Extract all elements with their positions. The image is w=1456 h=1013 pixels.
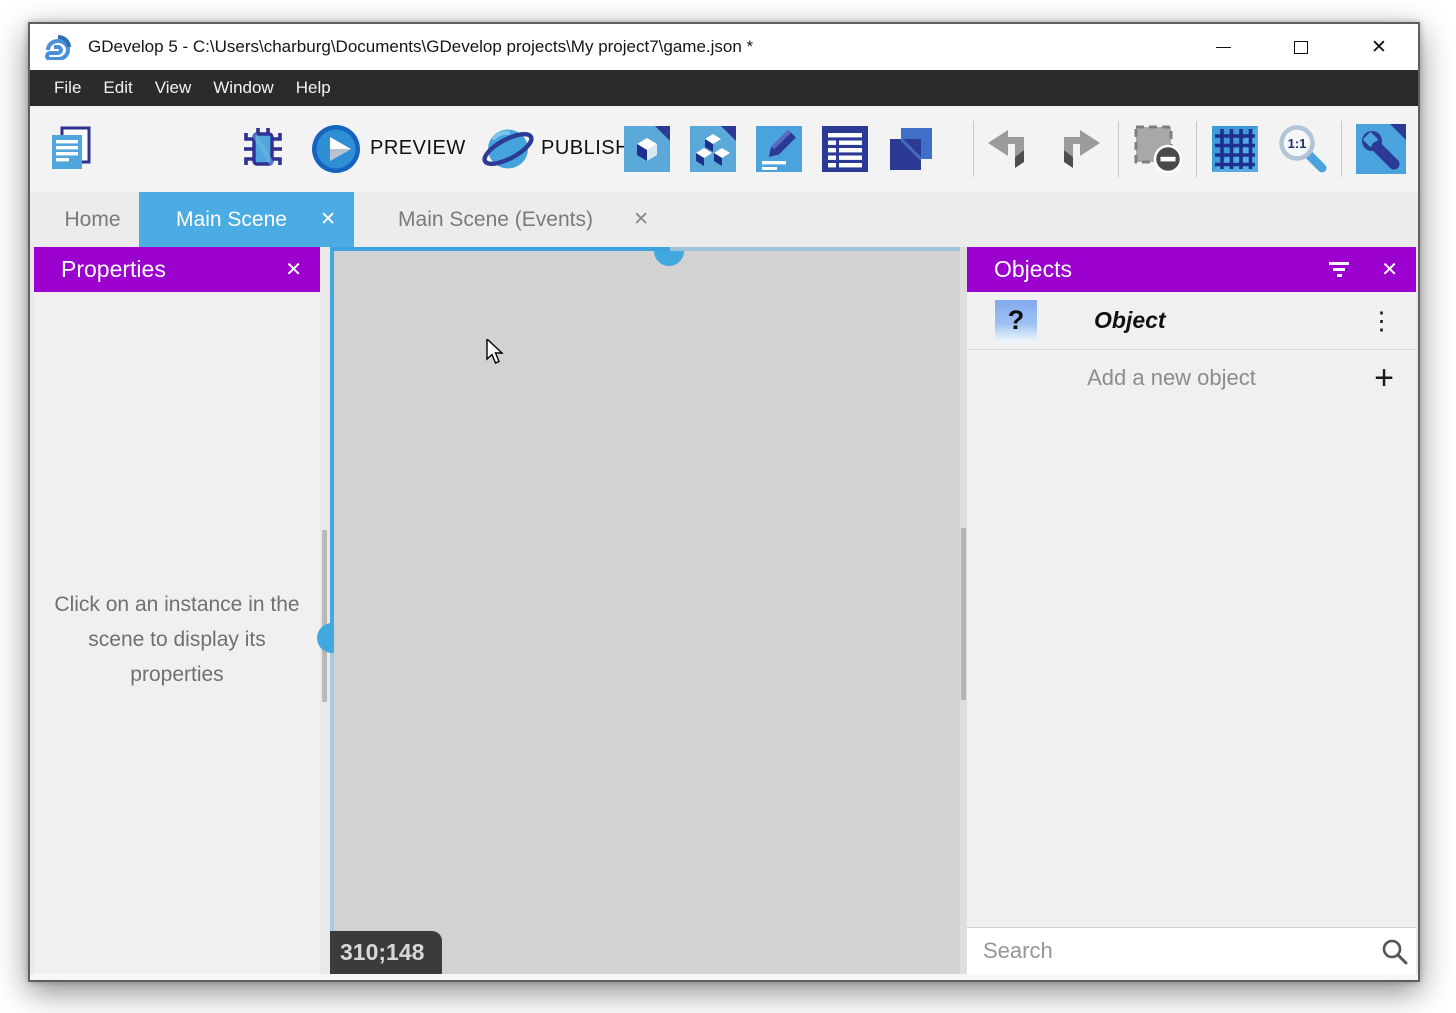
tab-label: Main Scene xyxy=(176,208,287,232)
object-name: Object xyxy=(1094,307,1166,334)
canvas-top-divider[interactable] xyxy=(670,247,960,251)
preview-label[interactable]: PREVIEW xyxy=(370,137,466,160)
canvas-top-divider[interactable] xyxy=(334,247,670,251)
tab-main-scene[interactable]: Main Scene ✕ xyxy=(139,192,354,247)
maximize-icon xyxy=(1294,41,1308,54)
tab-label: Home xyxy=(64,208,120,232)
close-button[interactable]: ✕ xyxy=(1340,24,1418,70)
toolbar-separator xyxy=(973,121,974,177)
grid-icon[interactable] xyxy=(1212,126,1258,172)
titlebar: GDevelop 5 - C:\Users\charburg\Documents… xyxy=(30,24,1418,70)
events-sheet-icon[interactable] xyxy=(822,126,868,172)
maximize-button[interactable] xyxy=(1262,24,1340,70)
tab-main-scene-events[interactable]: Main Scene (Events) ✕ xyxy=(354,192,667,247)
app-window: GDevelop 5 - C:\Users\charburg\Documents… xyxy=(28,22,1420,982)
redo-icon[interactable] xyxy=(1056,129,1102,169)
search-icon[interactable] xyxy=(1372,938,1416,965)
canvas-scrollbar-track[interactable] xyxy=(960,247,967,974)
object-menu-dots-icon[interactable]: ⋮ xyxy=(1369,292,1394,350)
project-settings-wrench-icon[interactable] xyxy=(1356,124,1406,174)
toolbar: PREVIEW PUBLISH xyxy=(30,106,1418,192)
properties-panel-header: Properties ✕ xyxy=(34,247,320,292)
objects-search-bar xyxy=(967,927,1416,974)
window-title: GDevelop 5 - C:\Users\charburg\Documents… xyxy=(88,37,753,57)
objects-panel: Objects ✕ ? Object ⋮ Add a new object + xyxy=(967,247,1416,974)
mouse-cursor-icon xyxy=(486,339,508,365)
add-object-label: Add a new object xyxy=(1087,365,1256,391)
minimize-icon xyxy=(1216,47,1231,48)
close-icon: ✕ xyxy=(1371,38,1387,57)
cursor-coordinates: 310;148 xyxy=(340,939,424,966)
menu-edit[interactable]: Edit xyxy=(92,70,143,106)
objects-search-input[interactable] xyxy=(967,938,1372,964)
canvas-top-drag-handle[interactable] xyxy=(654,251,684,266)
tab-label: Main Scene (Events) xyxy=(398,208,593,232)
undo-icon[interactable] xyxy=(986,129,1032,169)
toolbar-separator xyxy=(1341,121,1342,177)
menu-file[interactable]: File xyxy=(43,70,92,106)
toolbar-separator xyxy=(1118,121,1119,177)
properties-panel-title: Properties xyxy=(61,256,166,283)
layers-icon[interactable] xyxy=(888,126,934,172)
scene-canvas[interactable]: 310;148 xyxy=(334,247,960,974)
preview-play-icon[interactable] xyxy=(311,124,361,174)
tab-close-icon[interactable]: ✕ xyxy=(320,208,336,231)
toolbar-separator xyxy=(1196,121,1197,177)
publish-globe-icon[interactable] xyxy=(481,124,535,174)
tab-close-icon[interactable]: ✕ xyxy=(633,208,649,231)
cursor-coordinates-badge: 310;148 xyxy=(330,931,442,974)
window-controls: ✕ xyxy=(1184,24,1418,70)
minimize-button[interactable] xyxy=(1184,24,1262,70)
properties-scrollbar[interactable] xyxy=(322,530,327,702)
debugger-icon[interactable] xyxy=(240,126,286,172)
gdevelop-logo-icon xyxy=(44,34,74,60)
zoom-1-1-icon[interactable]: 1:1 xyxy=(1278,124,1328,174)
window-bottom-strip xyxy=(30,974,1418,980)
properties-panel: Properties ✕ Click on an instance in the… xyxy=(34,247,320,974)
properties-close-icon[interactable]: ✕ xyxy=(285,247,302,292)
canvas-scrollbar-thumb[interactable] xyxy=(961,528,966,700)
menu-help[interactable]: Help xyxy=(285,70,342,106)
objects-list-icon[interactable] xyxy=(690,126,736,172)
tabbar: Home Main Scene ✕ Main Scene (Events) ✕ xyxy=(30,192,1418,247)
filter-icon[interactable] xyxy=(1328,259,1350,279)
edit-scene-pencil-icon[interactable] xyxy=(756,126,802,172)
add-object-row[interactable]: Add a new object + xyxy=(967,350,1416,406)
properties-empty-message: Click on an instance in the scene to dis… xyxy=(34,587,320,692)
objects-close-icon[interactable]: ✕ xyxy=(1381,247,1398,292)
objects-panel-title: Objects xyxy=(994,256,1072,283)
deselect-mask-icon[interactable] xyxy=(1133,124,1183,174)
tab-home[interactable]: Home xyxy=(46,192,139,247)
add-object-plus-icon[interactable]: + xyxy=(1374,350,1394,406)
object-list-item[interactable]: ? Object ⋮ xyxy=(967,292,1416,350)
objects-panel-header: Objects ✕ xyxy=(967,247,1416,292)
menubar: File Edit View Window Help xyxy=(30,70,1418,106)
menu-view[interactable]: View xyxy=(144,70,203,106)
object-placeholder-icon: ? xyxy=(995,300,1037,342)
editor-content: Properties ✕ Click on an instance in the… xyxy=(30,247,1418,974)
publish-label[interactable]: PUBLISH xyxy=(541,137,630,160)
svg-text:1:1: 1:1 xyxy=(1288,136,1307,151)
project-manager-icon[interactable] xyxy=(46,125,94,173)
menu-window[interactable]: Window xyxy=(202,70,284,106)
scene-editor-icon[interactable] xyxy=(624,126,670,172)
